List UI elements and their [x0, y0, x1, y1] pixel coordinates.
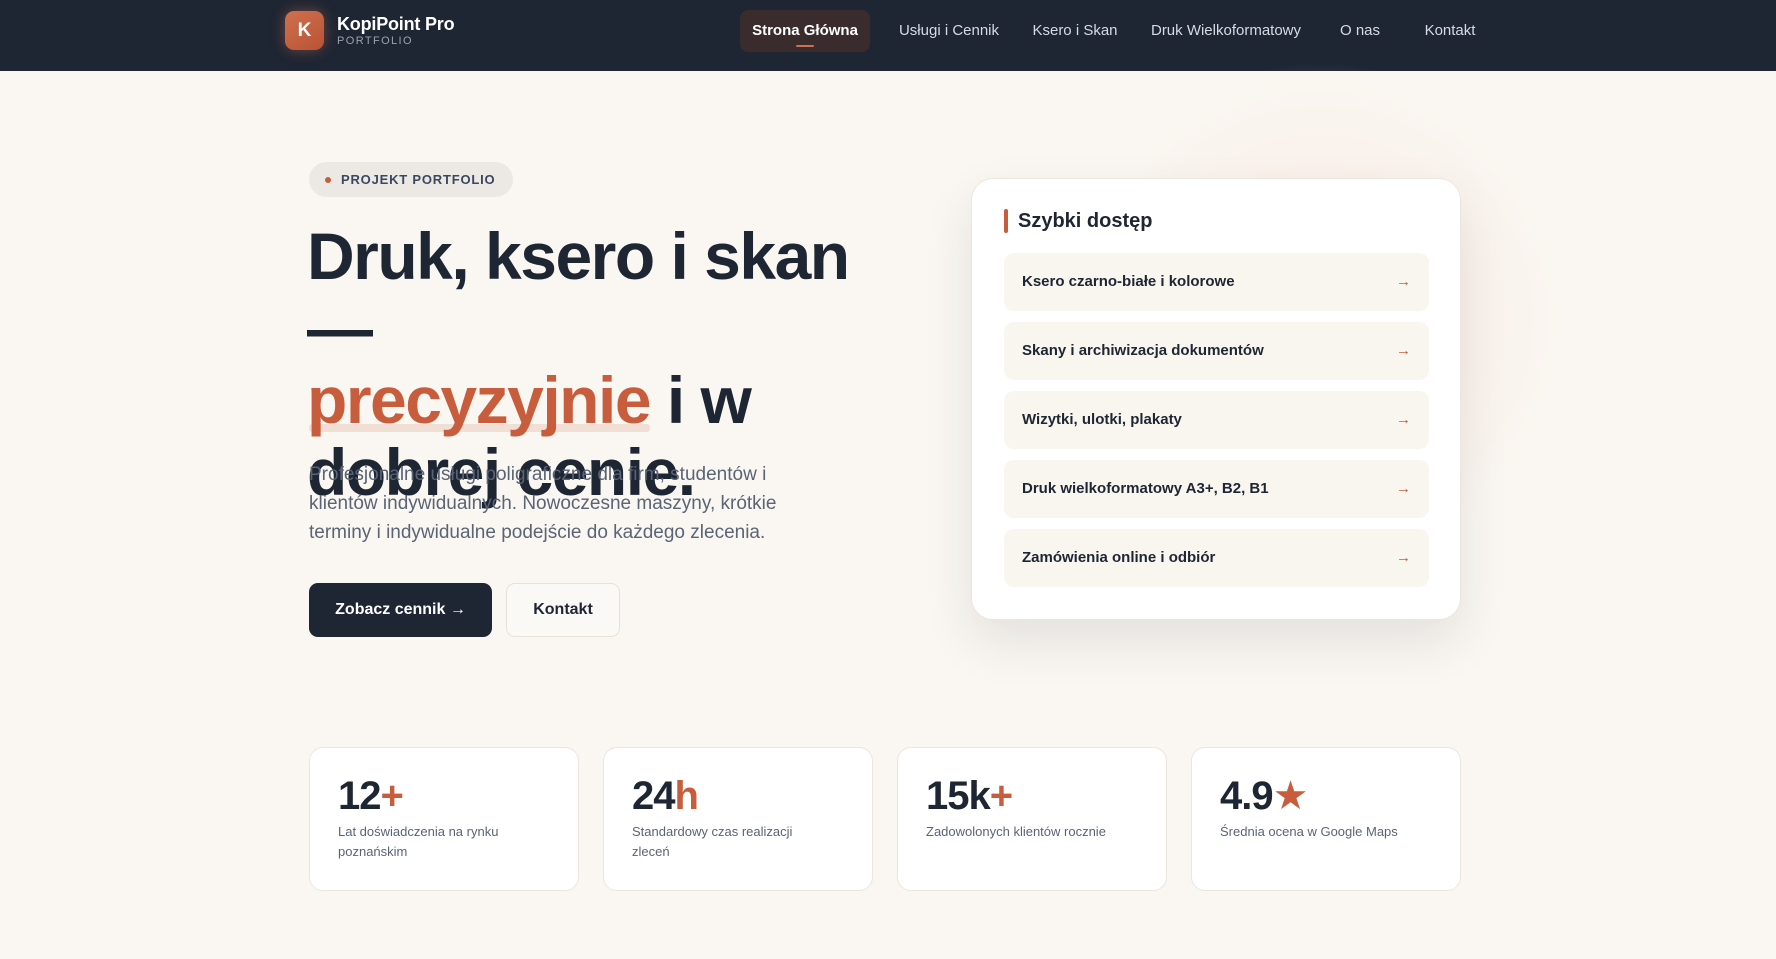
stat-number: 15k — [926, 774, 991, 818]
nav-item-label: Strona Główna — [752, 22, 858, 39]
quick-link-label: Skany i archiwizacja dokumentów — [1022, 342, 1264, 359]
stat-number: 24 — [632, 774, 675, 818]
project-badge: PROJEKT PORTFOLIO — [309, 162, 514, 197]
stat-card-turnaround: 24h Standardowy czas realizacji zleceń — [603, 747, 873, 891]
quick-link-ksero[interactable]: Ksero czarno-białe i kolorowe → — [1004, 253, 1429, 311]
stat-card-clients: 15k+ Zadowolonych klientów rocznie — [897, 747, 1167, 891]
quick-link-druk-wielkoformatowy[interactable]: Druk wielkoformatowy A3+, B2, B1 → — [1004, 460, 1429, 518]
nav-item-label: Druk Wielkoformatowy — [1150, 22, 1302, 39]
arrow-right-icon: → — [1396, 342, 1411, 359]
nav-item-label: Usługi i Cennik — [898, 22, 1000, 39]
arrow-right-icon: → — [1396, 549, 1411, 566]
contact-button[interactable]: Kontakt — [506, 583, 620, 637]
stat-value: 24h — [632, 772, 699, 820]
stat-number: 12 — [338, 774, 381, 818]
stat-value: 12+ — [338, 772, 404, 820]
stat-description: Lat doświadczenia na rynku poznańskim — [338, 824, 499, 859]
quick-link-skany[interactable]: Skany i archiwizacja dokumentów → — [1004, 322, 1429, 380]
brand-name: KopiPoint Pro — [337, 13, 455, 34]
nav-item-druk-wielkoformatowy[interactable]: Druk Wielkoformatowy — [1140, 10, 1312, 52]
project-badge-label: PROJEKT PORTFOLIO — [341, 172, 496, 187]
nav-item-label: O nas — [1339, 22, 1381, 39]
stat-card-experience: 12+ Lat doświadczenia na rynku poznański… — [309, 747, 579, 891]
quick-link-label: Druk wielkoformatowy A3+, B2, B1 — [1022, 480, 1269, 497]
nav-item-ksero-i-skan[interactable]: Ksero i Skan — [1026, 10, 1124, 52]
arrow-right-icon: → — [1396, 480, 1411, 497]
nav-item-label: Kontakt — [1424, 22, 1476, 39]
stat-card-rating: 4.9★ Średnia ocena w Google Maps — [1191, 747, 1461, 891]
see-pricing-button[interactable]: Zobacz cennik → — [309, 583, 492, 637]
quick-link-label: Zamówienia online i odbiór — [1022, 549, 1216, 566]
quick-access-title: Szybki dostęp — [1004, 209, 1152, 233]
stat-description: Zadowolonych klientów rocznie — [926, 824, 1106, 839]
stat-description: Średnia ocena w Google Maps — [1220, 824, 1398, 839]
quick-link-label: Ksero czarno-białe i kolorowe — [1022, 273, 1235, 290]
headline-line-1: Druk, ksero i skan — — [307, 219, 850, 365]
stat-value: 15k+ — [926, 772, 1013, 820]
quick-link-label: Wizytki, ulotki, plakaty — [1022, 411, 1182, 428]
stat-suffix: h — [674, 774, 699, 818]
quick-access-card: Szybki dostęp Ksero czarno-białe i kolor… — [971, 178, 1461, 620]
quick-access-title-text: Szybki dostęp — [1018, 210, 1153, 232]
nav-item-kontakt[interactable]: Kontakt — [1408, 10, 1492, 52]
stat-number: 4.9 — [1220, 774, 1274, 818]
logo-badge-icon: K — [285, 11, 324, 50]
arrow-right-icon: → — [1396, 273, 1411, 290]
headline-accent: precyzyjnie — [307, 363, 652, 437]
brand-subtitle: PORTFOLIO — [337, 34, 413, 47]
title-accent-bar — [1004, 209, 1008, 233]
arrow-right-icon: → — [1396, 411, 1411, 428]
stat-value: 4.9★ — [1220, 772, 1309, 820]
top-navbar: K KopiPoint Pro PORTFOLIO Strona Główna … — [0, 0, 1776, 71]
stat-suffix: + — [989, 774, 1013, 818]
brand-logo[interactable]: K KopiPoint Pro PORTFOLIO — [285, 11, 455, 50]
hero-lead: Profesjonalne usługi poligraficzne dla f… — [309, 464, 777, 543]
nav-item-strona-glowna[interactable]: Strona Główna — [740, 10, 870, 52]
nav-item-label: Ksero i Skan — [1032, 22, 1118, 39]
nav-item-uslugi-i-cennik[interactable]: Usługi i Cennik — [888, 10, 1010, 52]
headline-line-2-rest: i w — [650, 363, 752, 437]
quick-link-wizytki[interactable]: Wizytki, ulotki, plakaty → — [1004, 391, 1429, 449]
stat-suffix: + — [380, 774, 404, 818]
nav-item-o-nas[interactable]: O nas — [1330, 10, 1390, 52]
star-icon: ★ — [1272, 774, 1309, 818]
quick-link-zamowienia-online[interactable]: Zamówienia online i odbiór → — [1004, 529, 1429, 587]
dot-icon — [325, 177, 331, 183]
active-indicator — [796, 45, 814, 47]
stat-description: Standardowy czas realizacji zleceń — [632, 824, 793, 859]
